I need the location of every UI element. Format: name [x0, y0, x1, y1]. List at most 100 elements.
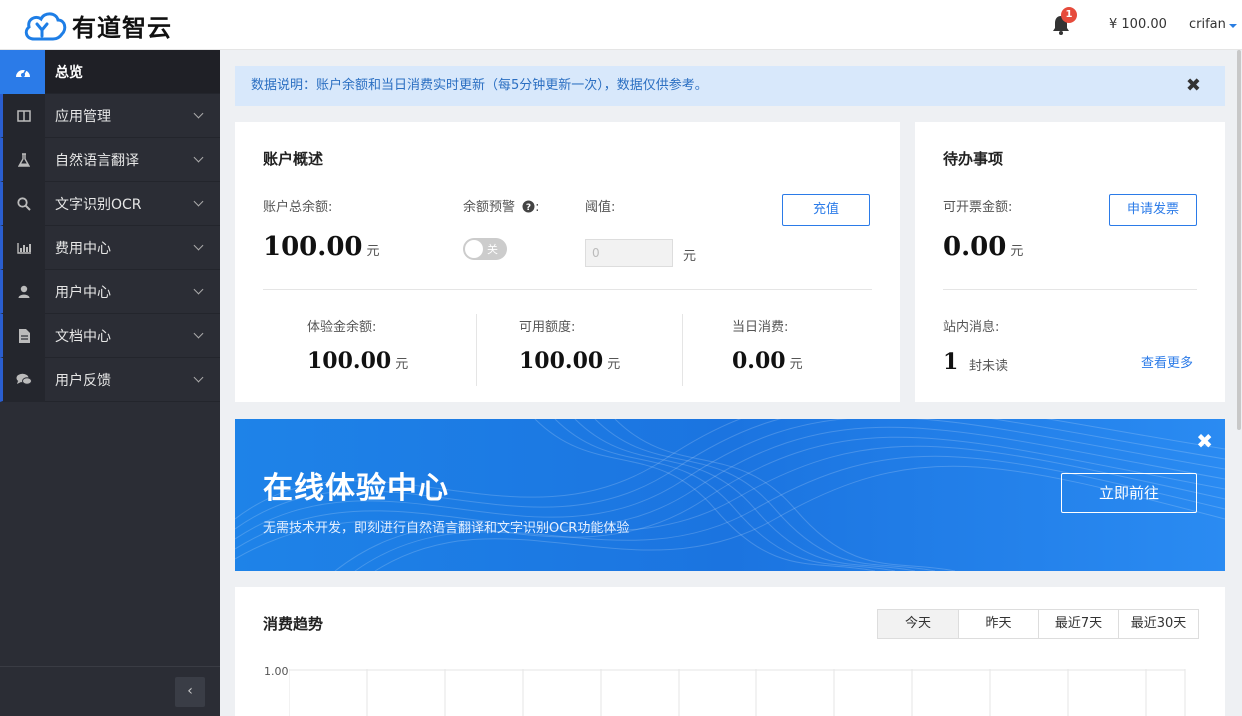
- collapse-sidebar-button[interactable]: ‹: [175, 677, 205, 707]
- alert-label-text: 余额预警: [463, 200, 516, 215]
- chevron-down-icon: [193, 108, 204, 119]
- unit-label: 元: [395, 357, 409, 372]
- balance-alert-label: 余额预警 ?:: [463, 196, 540, 215]
- card-title: 账户概述: [263, 150, 324, 168]
- invoice-amount: 0.00: [943, 232, 1007, 262]
- question-circle-icon[interactable]: ?: [522, 200, 535, 213]
- unit-label: 元: [789, 357, 803, 372]
- chevron-down-icon: [193, 152, 204, 163]
- trial-balance-label: 体验金余额:: [307, 320, 377, 335]
- notification-badge: 1: [1061, 7, 1077, 23]
- unit-label: 元: [366, 244, 380, 259]
- recharge-button[interactable]: 充值: [782, 194, 870, 226]
- sidebar-item-overview[interactable]: 总览: [0, 49, 220, 94]
- account-overview-card: 账户概述 账户总余额: 100.00 元 余额预警 ?: 关 阈值: 0 元 充值…: [235, 122, 900, 402]
- unit-label: 元: [1010, 244, 1024, 259]
- total-balance-label: 账户总余额:: [263, 200, 333, 215]
- sidebar-item-label: 文档中心: [55, 328, 111, 345]
- view-more-link[interactable]: 查看更多: [1141, 352, 1193, 371]
- y-axis-tick-label: 1.00: [264, 665, 289, 678]
- sidebar-item-label: 费用中心: [55, 240, 111, 257]
- search-icon: [3, 181, 45, 226]
- comments-icon: [3, 357, 45, 402]
- threshold-input[interactable]: 0: [585, 239, 673, 267]
- header-balance[interactable]: ¥ 100.00: [1109, 17, 1167, 32]
- go-now-button[interactable]: 立即前往: [1061, 473, 1197, 513]
- chevron-down-icon: [193, 284, 204, 295]
- available-credit-value: 100.00 元: [519, 348, 620, 374]
- total-balance-amount: 100.00: [263, 232, 363, 262]
- sidebar-item-translation[interactable]: 自然语言翻译: [0, 137, 220, 182]
- trial-balance-value: 100.00 元: [307, 348, 408, 374]
- unread-suffix: 封未读: [969, 359, 1009, 374]
- card-title: 消费趋势: [263, 615, 324, 633]
- top-header: 有道智云 1 ¥ 100.00 crifan: [0, 0, 1242, 50]
- svg-text:?: ?: [526, 203, 531, 213]
- brand-logo[interactable]: 有道智云: [22, 8, 172, 43]
- daily-spend-value: 0.00 元: [732, 348, 803, 374]
- daily-spend-amount: 0.00: [732, 348, 786, 374]
- divider: [943, 289, 1197, 290]
- balance-alert-toggle[interactable]: 关: [463, 238, 507, 260]
- sidebar-footer: ‹: [0, 666, 220, 716]
- available-credit-label: 可用额度:: [519, 320, 576, 335]
- tab-last-7-days[interactable]: 最近7天: [1038, 610, 1118, 638]
- chevron-down-icon: [193, 372, 204, 383]
- todo-card: 待办事项 可开票金额: 0.00 元 申请发票 站内消息: 1 封未读 查看更多: [915, 122, 1225, 402]
- alert-colon: :: [535, 200, 540, 215]
- sidebar-item-label: 自然语言翻译: [55, 152, 139, 169]
- total-balance-value: 100.00 元: [263, 232, 380, 262]
- user-icon: [3, 269, 45, 314]
- data-notice-alert: 数据说明：账户余额和当日消费实时更新（每5分钟更新一次），数据仅供参考。 ✖: [235, 66, 1225, 106]
- columns-icon: [3, 93, 45, 138]
- trial-balance-amount: 100.00: [307, 348, 392, 374]
- sidebar-item-ocr[interactable]: 文字识别OCR: [0, 181, 220, 226]
- caret-down-icon: [1228, 23, 1237, 28]
- tab-yesterday[interactable]: 昨天: [958, 610, 1038, 638]
- divider: [263, 289, 872, 290]
- daily-spend-label: 当日消费:: [732, 320, 789, 335]
- close-icon[interactable]: ✖: [1186, 66, 1201, 106]
- chevron-down-icon: [193, 328, 204, 339]
- sidebar-item-billing[interactable]: 费用中心: [0, 225, 220, 270]
- divider: [682, 314, 683, 386]
- consumption-trend-card: 消费趋势 今天 昨天 最近7天 最近30天 1.00: [235, 587, 1225, 716]
- sidebar-item-label: 用户中心: [55, 284, 111, 301]
- notice-text: 数据说明：账户余额和当日消费实时更新（每5分钟更新一次），数据仅供参考。: [251, 78, 708, 93]
- divider: [476, 314, 477, 386]
- tab-today[interactable]: 今天: [878, 610, 958, 638]
- toggle-state-label: 关: [487, 243, 498, 256]
- cloud-logo-icon: [24, 11, 67, 40]
- page-scrollbar[interactable]: [1236, 50, 1242, 430]
- card-title: 待办事项: [943, 150, 1004, 168]
- bar-chart-icon: [3, 225, 45, 270]
- chevron-down-icon: [193, 196, 204, 207]
- scrollbar-thumb[interactable]: [1236, 50, 1242, 430]
- sidebar-item-label: 文字识别OCR: [55, 196, 142, 213]
- dashboard-icon: [0, 49, 45, 94]
- unread-count: 1: [943, 349, 959, 375]
- sidebar-item-label: 用户反馈: [55, 372, 111, 389]
- sidebar-item-feedback[interactable]: 用户反馈: [0, 357, 220, 402]
- banner-title: 在线体验中心: [263, 471, 449, 506]
- invoice-amount-value: 0.00 元: [943, 232, 1023, 262]
- threshold-unit: 元: [683, 249, 697, 264]
- close-icon[interactable]: ✖: [1196, 429, 1213, 453]
- online-experience-banner: 在线体验中心 无需技术开发，即刻进行自然语言翻译和文字识别OCR功能体验 立即前…: [235, 419, 1225, 571]
- sidebar-item-user-center[interactable]: 用户中心: [0, 269, 220, 314]
- messages-label: 站内消息:: [943, 320, 1000, 335]
- toggle-knob: [465, 240, 483, 258]
- invoice-amount-label: 可开票金额:: [943, 200, 1013, 215]
- sidebar: 总览 应用管理 自然语言翻译 文字识别OCR 费用中心 用户中心 文档中心 用户…: [0, 49, 220, 716]
- unit-label: 元: [607, 357, 621, 372]
- time-range-tabs: 今天 昨天 最近7天 最近30天: [877, 609, 1199, 639]
- sidebar-item-label: 总览: [55, 64, 83, 81]
- username: crifan: [1189, 17, 1226, 32]
- user-menu[interactable]: crifan: [1189, 17, 1237, 32]
- sidebar-item-app-management[interactable]: 应用管理: [0, 93, 220, 138]
- banner-subtitle: 无需技术开发，即刻进行自然语言翻译和文字识别OCR功能体验: [263, 521, 630, 536]
- sidebar-item-docs[interactable]: 文档中心: [0, 313, 220, 358]
- tab-last-30-days[interactable]: 最近30天: [1118, 610, 1198, 638]
- apply-invoice-button[interactable]: 申请发票: [1109, 194, 1197, 226]
- chevron-down-icon: [193, 240, 204, 251]
